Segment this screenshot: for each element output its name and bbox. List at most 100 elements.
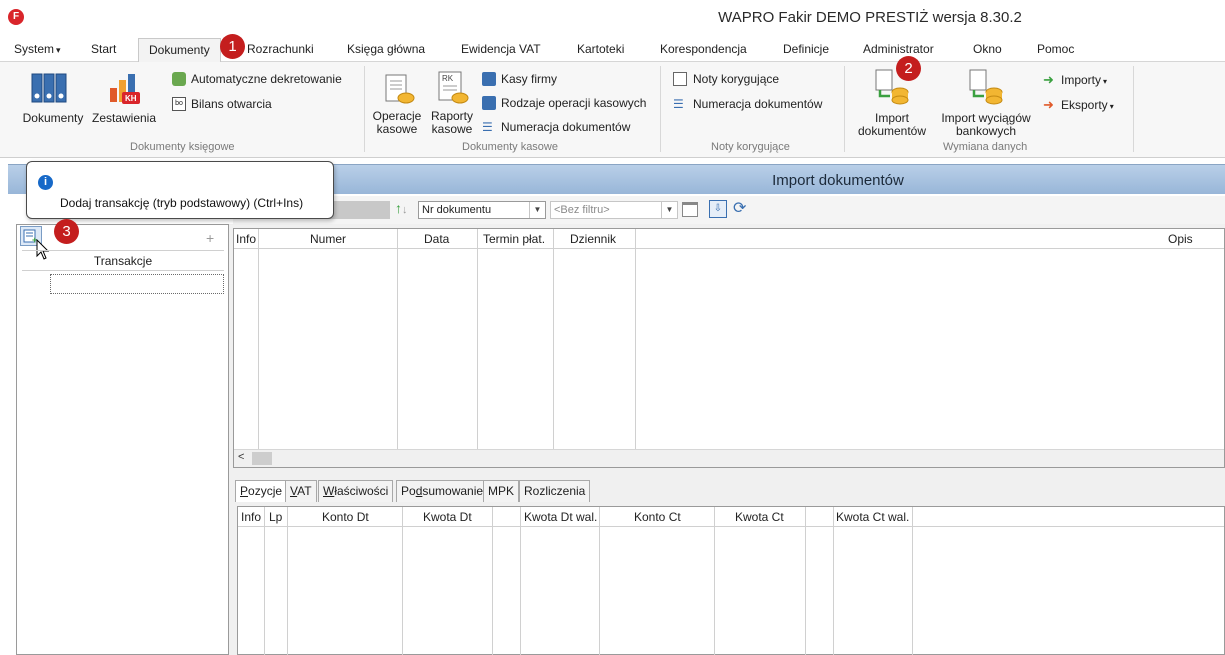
btn-bilans-otwarcia[interactable]: Bilans otwarcia bbox=[191, 97, 272, 111]
menu-pomoc[interactable]: Pomoc bbox=[1037, 42, 1074, 56]
tab-rozliczenia[interactable]: Rozliczenia bbox=[519, 480, 591, 502]
tab-vat[interactable]: VAT bbox=[285, 480, 317, 502]
cash-reports-icon[interactable]: RK bbox=[436, 70, 470, 106]
btn-import-dokumentow[interactable]: Import dokumentów bbox=[852, 112, 932, 138]
col-data[interactable]: Data bbox=[424, 232, 449, 246]
menu-ewidencja-vat[interactable]: Ewidencja VAT bbox=[461, 42, 541, 56]
chevron-down-icon: ▾ bbox=[1103, 77, 1108, 86]
col-opis[interactable]: Opis bbox=[1168, 232, 1193, 246]
col-info[interactable]: Info bbox=[241, 510, 261, 524]
menu-kartoteki[interactable]: Kartoteki bbox=[577, 42, 624, 56]
window-title: WAPRO Fakir DEMO PRESTIŻ wersja 8.30.2 bbox=[718, 9, 1022, 26]
ribbon: Dokumenty KH Zestawienia Automatyczne de… bbox=[0, 62, 1225, 158]
menu-bar: System ▾ Start Dokumenty Rozrachunki Księ… bbox=[0, 38, 1225, 62]
correction-note-icon bbox=[673, 72, 687, 86]
tab-pozycje[interactable]: Pozycje bbox=[235, 480, 288, 502]
documents-grid: Info Numer Data Termin płat. Dziennik Op… bbox=[233, 228, 1225, 468]
import-arrow-icon: ➜ bbox=[1043, 72, 1054, 87]
btn-numeracja-noty[interactable]: Numeracja dokumentów bbox=[693, 97, 822, 111]
col-kwota-dt-wal[interactable]: Kwota Dt wal. bbox=[524, 510, 597, 524]
scroll-left-icon[interactable]: < bbox=[238, 451, 244, 463]
btn-rodzaje-operacji[interactable]: Rodzaje operacji kasowych bbox=[501, 96, 646, 110]
col-termin-plat[interactable]: Termin płat. bbox=[483, 232, 545, 246]
col-kwota-ct[interactable]: Kwota Ct bbox=[735, 510, 784, 524]
operation-types-icon bbox=[482, 96, 496, 110]
col-kwota-ct-wal[interactable]: Kwota Ct wal. bbox=[836, 510, 909, 524]
sort-field-select[interactable]: Nr dokumentu ▼ bbox=[418, 201, 546, 219]
export-arrow-icon: ➜ bbox=[1043, 97, 1054, 112]
col-konto-ct[interactable]: Konto Ct bbox=[634, 510, 681, 524]
tab-wlasciwosci[interactable]: Właściwości bbox=[318, 480, 394, 502]
chevron-down-icon: ▾ bbox=[1109, 102, 1114, 111]
menu-ksiega-glowna[interactable]: Księga główna bbox=[347, 42, 425, 56]
menu-definicje[interactable]: Definicje bbox=[783, 42, 829, 56]
group-label-noty: Noty korygujące bbox=[711, 141, 790, 153]
chevron-down-icon: ▼ bbox=[661, 202, 677, 218]
col-numer[interactable]: Numer bbox=[310, 232, 346, 246]
menu-dokumenty[interactable]: Dokumenty bbox=[138, 38, 221, 62]
btn-noty-korygujace[interactable]: Noty korygujące bbox=[693, 72, 779, 86]
column-divider bbox=[833, 507, 834, 655]
scroll-thumb[interactable] bbox=[252, 452, 272, 465]
apply-filter-icon[interactable]: ⇩ bbox=[709, 200, 727, 218]
menu-rozrachunki[interactable]: Rozrachunki bbox=[247, 42, 314, 56]
col-dziennik[interactable]: Dziennik bbox=[570, 232, 616, 246]
documents-binders-icon[interactable] bbox=[30, 72, 70, 106]
menu-administrator[interactable]: Administrator bbox=[863, 42, 934, 56]
column-divider bbox=[599, 507, 600, 655]
group-label-wymiana: Wymiana danych bbox=[943, 141, 1028, 153]
group-separator bbox=[660, 66, 661, 152]
tooltip-text: Dodaj transakcję (tryb podstawowy) (Ctrl… bbox=[60, 196, 304, 210]
group-separator bbox=[844, 66, 845, 152]
expand-plus-icon[interactable]: + bbox=[206, 230, 214, 246]
group-separator bbox=[364, 66, 365, 152]
btn-numeracja-kasowe[interactable]: Numeracja dokumentów bbox=[501, 120, 630, 134]
documents-grid-header bbox=[234, 229, 1224, 249]
transactions-header: Transakcje bbox=[22, 250, 224, 271]
svg-text:KH: KH bbox=[125, 94, 137, 103]
column-divider bbox=[553, 229, 554, 450]
col-konto-dt[interactable]: Konto Dt bbox=[322, 510, 369, 524]
chevron-down-icon: ▾ bbox=[56, 45, 61, 55]
btn-eksporty[interactable]: Eksporty ▾ bbox=[1061, 98, 1114, 112]
import-bank-statements-icon[interactable] bbox=[966, 68, 1006, 106]
group-label-dokumenty-ksiegowe: Dokumenty księgowe bbox=[130, 141, 235, 153]
group-label-dokumenty-kasowe: Dokumenty kasowe bbox=[462, 141, 558, 153]
filter-select[interactable]: <Bez filtru> ▼ bbox=[550, 201, 678, 219]
btn-dokumenty[interactable]: Dokumenty bbox=[16, 112, 90, 125]
menu-system[interactable]: System ▾ bbox=[14, 42, 61, 56]
panel-title: Import dokumentów bbox=[772, 172, 904, 189]
menu-korespondencja[interactable]: Korespondencja bbox=[660, 42, 747, 56]
tab-mpk[interactable]: MPK bbox=[483, 480, 520, 502]
column-divider bbox=[258, 229, 259, 450]
col-kwota-dt[interactable]: Kwota Dt bbox=[423, 510, 472, 524]
btn-raporty-kasowe[interactable]: Raporty kasowe bbox=[428, 110, 476, 136]
cash-operations-icon[interactable] bbox=[382, 72, 416, 106]
svg-text:RK: RK bbox=[442, 74, 454, 83]
btn-kasy-firmy[interactable]: Kasy firmy bbox=[501, 72, 557, 86]
report-chart-icon[interactable]: KH bbox=[106, 72, 142, 106]
column-divider bbox=[477, 229, 478, 450]
filter-edit-icon[interactable] bbox=[682, 202, 698, 217]
filter-toolbar: ↑↓ Nr dokumentu ▼ <Bez filtru> ▼ ⇩ ⟳ bbox=[233, 196, 1225, 224]
opening-balance-icon: bo bbox=[172, 97, 186, 111]
btn-zestawienia[interactable]: Zestawienia bbox=[90, 112, 158, 125]
horizontal-scrollbar[interactable]: < bbox=[234, 449, 1224, 467]
btn-operacje-kasowe[interactable]: Operacje kasowe bbox=[372, 110, 422, 136]
transaction-row[interactable] bbox=[50, 274, 224, 294]
col-lp[interactable]: Lp bbox=[269, 510, 282, 524]
title-bar: F WAPRO Fakir DEMO PRESTIŻ wersja 8.30.2 bbox=[0, 0, 1225, 38]
app-logo-icon[interactable]: F bbox=[8, 9, 24, 25]
chevron-down-icon: ▼ bbox=[529, 202, 545, 218]
btn-import-wyciagow[interactable]: Import wyciągów bankowych bbox=[932, 112, 1040, 138]
positions-grid: Info Lp Konto Dt Kwota Dt Kwota Dt wal. … bbox=[237, 506, 1225, 655]
menu-start[interactable]: Start bbox=[91, 42, 116, 56]
sort-direction-icon[interactable]: ↑↓ bbox=[395, 200, 408, 216]
tab-podsumowanie[interactable]: Podsumowanie bbox=[396, 480, 489, 502]
refresh-icon[interactable]: ⟳ bbox=[733, 198, 746, 218]
callout-marker: 2 bbox=[896, 56, 921, 81]
menu-okno[interactable]: Okno bbox=[973, 42, 1002, 56]
btn-automatyczne-dekretowanie[interactable]: Automatyczne dekretowanie bbox=[191, 72, 342, 86]
col-info[interactable]: Info bbox=[236, 232, 256, 246]
btn-importy[interactable]: Importy ▾ bbox=[1061, 73, 1107, 87]
